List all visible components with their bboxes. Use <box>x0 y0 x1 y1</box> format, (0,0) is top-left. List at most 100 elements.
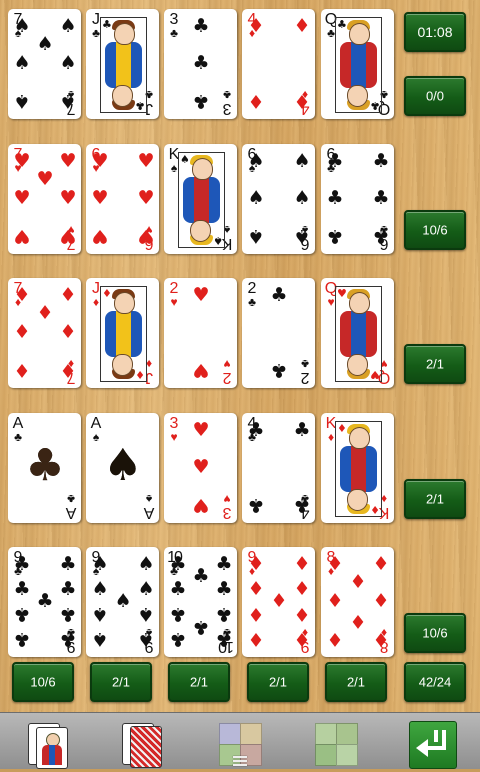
court-head <box>349 427 370 449</box>
suit-pip-icon: ♦ <box>326 628 344 650</box>
row-count-text: 2/1 <box>425 491 445 507</box>
suit-pip-icon: ♣ <box>372 150 390 172</box>
suit-pip-icon: ♠ <box>91 628 109 650</box>
suit-pip-icon: ♥ <box>13 225 31 247</box>
court-head <box>114 23 135 45</box>
suit-pip-icon: ♠ <box>293 187 311 209</box>
playing-card[interactable]: Q ♣ Q ♣ ♣ ♣ <box>321 9 394 119</box>
suit-pip-icon: ♦ <box>293 628 311 650</box>
suit-pip-icon: ♦ <box>247 628 265 650</box>
playing-card[interactable]: 6 ♥ 6 ♥ ♥ ♥ ♥ ♥ ♥ ♥ <box>86 144 159 254</box>
card-back-icon[interactable] <box>120 721 166 768</box>
court-half: ♦ <box>101 334 146 381</box>
suit-pip-icon: ♣ <box>192 90 210 112</box>
playing-card[interactable]: J ♦ J ♦ ♦ ♦ <box>86 278 159 388</box>
playing-card[interactable]: J ♣ J ♣ ♣ ♣ <box>86 9 159 119</box>
suit-pip-icon: ♦ <box>349 571 367 593</box>
suit-pip-icon: ♠ <box>137 553 155 575</box>
row-count-button[interactable]: 10/6 <box>404 210 466 250</box>
column-count-button[interactable]: 2/1 <box>168 662 230 702</box>
menu-icon[interactable] <box>233 756 247 766</box>
suit-pip-icon: ♣ <box>293 419 311 441</box>
column-count-button[interactable]: 2/1 <box>90 662 152 702</box>
playing-card[interactable]: 9 ♦ 9 ♦ ♦ ♦ ♦ ♦ ♦ ♦ ♦ ♦ ♦ <box>242 547 315 657</box>
court-figure: ♦ ♦ <box>100 286 147 382</box>
card-suit-icon: ♣ <box>223 88 231 102</box>
suit-pip-icon: ♥ <box>192 494 210 516</box>
playing-card[interactable]: 6 ♣ 6 ♣ ♣ ♣ ♣ ♣ ♣ ♣ <box>321 144 394 254</box>
playing-card[interactable]: K ♠ K ♠ ♠ ♠ <box>164 144 237 254</box>
suit-pip-icon: ♣ <box>192 565 210 587</box>
playing-card[interactable]: 9 ♣ 9 ♣ ♣ ♣ ♣ ♣ ♣ ♣ ♣ ♣ ♣ <box>8 547 81 657</box>
court-head <box>112 85 133 107</box>
row-count-button[interactable]: 2/1 <box>404 344 466 384</box>
card-suit-icon: ♥ <box>170 295 178 309</box>
playing-card[interactable]: 7 ♦ 7 ♦ ♦ ♦ ♦ ♦ ♦ ♦ ♦ <box>8 278 81 388</box>
suit-pip-icon: ♣ <box>59 603 77 625</box>
suit-pip-icon: ♥ <box>192 284 210 306</box>
suit-pip-icon: ♦ <box>293 603 311 625</box>
playing-card[interactable]: A ♠ A ♠ ♠ <box>86 413 159 523</box>
suit-pip-icon: ♣ <box>169 628 187 650</box>
court-half: ♥ <box>336 287 381 334</box>
playing-card[interactable]: K ♦ K ♦ ♦ ♦ <box>321 413 394 523</box>
court-head <box>349 23 370 45</box>
playing-card[interactable]: 9 ♠ 9 ♠ ♠ ♠ ♠ ♠ ♠ ♠ ♠ ♠ ♠ <box>86 547 159 657</box>
card-rank: 2 <box>222 369 232 386</box>
suit-pip-icon: ♠ <box>59 15 77 37</box>
court-head <box>112 354 133 376</box>
column-count-button[interactable]: 10/6 <box>12 662 74 702</box>
court-trim <box>351 311 366 334</box>
playing-card[interactable]: 2 ♥ 2 ♥ ♥ ♥ <box>164 278 237 388</box>
suit-pip-icon: ♣ <box>192 15 210 37</box>
playing-card[interactable]: 6 ♠ 6 ♠ ♠ ♠ ♠ ♠ ♠ ♠ <box>242 144 315 254</box>
playing-card[interactable]: 7 ♠ 7 ♠ ♠ ♠ ♠ ♠ ♠ ♠ ♠ <box>8 9 81 119</box>
playing-card[interactable]: 4 ♣ 4 ♣ ♣ ♣ ♣ ♣ <box>242 413 315 523</box>
suit-pip-icon: ♣ <box>25 440 65 491</box>
playing-card[interactable]: A ♣ A ♣ ♣ <box>8 413 81 523</box>
suit-pip-icon: ♣ <box>326 150 344 172</box>
suit-pip-icon: ♦ <box>59 359 77 381</box>
suit-pip-icon: ♣ <box>247 494 265 516</box>
playing-card[interactable]: 10 ♣ 10 ♣ ♣ ♣ ♣ ♣ ♣ ♣ ♣ ♣ ♣ ♣ <box>164 547 237 657</box>
suit-pip-icon: ♥ <box>59 187 77 209</box>
playing-card[interactable]: 4 ♦ 4 ♦ ♦ ♦ ♦ ♦ <box>242 9 315 119</box>
playing-card[interactable]: Q ♥ Q ♥ ♥ ♥ <box>321 278 394 388</box>
suit-pip-icon: ♦ <box>36 302 54 324</box>
suit-pip-icon: ♣ <box>192 616 210 638</box>
suit-pip-icon: ♦ <box>13 359 31 381</box>
playing-card[interactable]: 8 ♦ 8 ♦ ♦ ♦ ♦ ♦ ♦ ♦ ♦ ♦ <box>321 547 394 657</box>
suit-pip-icon: ♠ <box>293 150 311 172</box>
card-suit-icon: ♣ <box>301 357 309 371</box>
score-text: 0/0 <box>425 88 445 104</box>
playing-card[interactable]: 3 ♣ 3 ♣ ♣ ♣ ♣ <box>164 9 237 119</box>
suit-pip-icon: ♣ <box>247 419 265 441</box>
suit-pip-icon: ♦ <box>247 15 265 37</box>
total-count-button[interactable]: 42/24 <box>404 662 466 702</box>
column-count-button[interactable]: 2/1 <box>247 662 309 702</box>
suit-pip-icon: ♦ <box>326 553 344 575</box>
felt-tiles-icon[interactable] <box>313 721 359 767</box>
row-count-text: 10/6 <box>422 625 448 641</box>
card-rank: 3 <box>169 415 179 432</box>
row-count-button[interactable]: 10/6 <box>404 613 466 653</box>
suit-pip-icon: ♣ <box>326 187 344 209</box>
face-cards-icon[interactable] <box>24 721 70 769</box>
suit-pip-icon: ♥ <box>137 225 155 247</box>
card-rank: 3 <box>169 11 179 28</box>
suit-pip-icon: ♥ <box>192 359 210 381</box>
court-suit-icon: ♣ <box>337 18 347 31</box>
suit-pip-icon: ♣ <box>169 603 187 625</box>
playing-card[interactable]: 2 ♣ 2 ♣ ♣ ♣ <box>242 278 315 388</box>
playing-card[interactable]: 7 ♥ 7 ♥ ♥ ♥ ♥ ♥ ♥ ♥ ♥ <box>8 144 81 254</box>
court-head <box>114 292 135 314</box>
suit-pip-icon: ♦ <box>247 553 265 575</box>
suit-pip-icon: ♦ <box>247 578 265 600</box>
playing-card[interactable]: 3 ♥ 3 ♥ ♥ ♥ ♥ <box>164 413 237 523</box>
row-count-button[interactable]: 2/1 <box>404 479 466 519</box>
suit-pip-icon: ♠ <box>137 628 155 650</box>
undo-arrow-icon[interactable] <box>409 721 457 769</box>
column-count-text: 2/1 <box>268 674 288 690</box>
column-count-button[interactable]: 2/1 <box>325 662 387 702</box>
court-figure: ♠ ♠ <box>178 152 225 248</box>
